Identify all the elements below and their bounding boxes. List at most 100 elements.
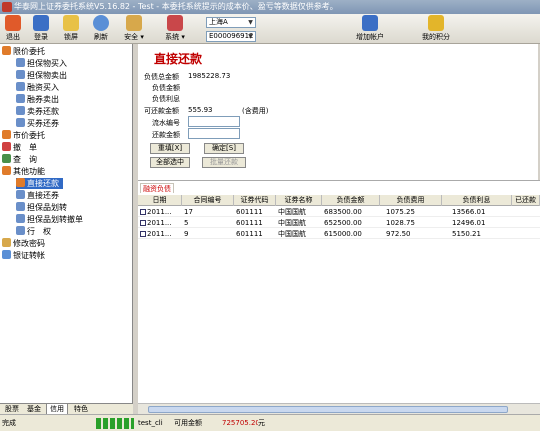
doc-icon (16, 178, 25, 187)
confirm-button[interactable]: 确定[S] (204, 143, 244, 154)
doc-icon (16, 226, 25, 235)
progress-indicator (96, 418, 134, 429)
sidebar-item-query[interactable]: 查 询 (2, 154, 37, 165)
col-debt-interest[interactable]: 负债利息 (442, 195, 512, 206)
doc-icon (16, 70, 25, 79)
amount-label: 还款金额 (152, 131, 180, 139)
currency-unit: 元 (258, 419, 265, 427)
sidebar-item-collateral-sell[interactable]: 担保物卖出 (16, 70, 67, 81)
repayable-note: (含费用) (242, 107, 269, 115)
sidebar-item-exercise[interactable]: 行 权 (16, 226, 51, 237)
page-title: 直接还款 (154, 52, 203, 66)
title-bar: 华泰网上证券委托系统V5.16.82 - Test - 本委托系统提示的成本价、… (0, 0, 540, 14)
login-button[interactable]: 登录 (30, 15, 52, 43)
col-date[interactable]: 日期 (138, 195, 182, 206)
transfer-icon (2, 250, 11, 259)
sidebar-item-direct-return[interactable]: 直接还券 (16, 190, 59, 201)
col-code[interactable]: 证券代码 (234, 195, 276, 206)
sidebar-tabs: 股票 基金 信用 特色 (0, 403, 133, 415)
market-select[interactable]: 上海A ▼ (206, 17, 256, 28)
table-row[interactable]: 2011... 9 601111 中国国航 615000.00 972.50 5… (138, 229, 540, 239)
sidebar-item-direct-repay[interactable]: 直接还款 (16, 178, 63, 189)
account-select[interactable]: E000096912 ▼ (206, 31, 256, 42)
doc-icon (16, 58, 25, 67)
add-account-button[interactable]: 增加帐户 (350, 15, 390, 43)
sidebar-item-bank-transfer[interactable]: 银证转帐 (2, 250, 45, 261)
my-points-button[interactable]: 我的积分 (416, 15, 456, 43)
col-contract[interactable]: 合同编号 (182, 195, 234, 206)
grid-header: 日期 合同编号 证券代码 证券名称 负债金额 负债费用 负债利息 已还款 (138, 195, 540, 206)
table-row[interactable]: 2011... 5 601111 中国国航 652500.00 1028.75 … (138, 218, 540, 228)
row-checkbox[interactable] (140, 231, 146, 237)
sidebar-item-short-sell[interactable]: 融券卖出 (16, 94, 59, 105)
security-button[interactable]: 安全 ▾ (118, 15, 150, 43)
chevron-down-icon: ▼ (248, 19, 253, 26)
folder-icon (2, 166, 11, 175)
repayable-value: 555.93 (188, 106, 213, 114)
status-text: 完成 (2, 419, 16, 427)
serial-input[interactable] (188, 116, 240, 127)
available-funds-value: 725705.20 (222, 419, 258, 427)
tools-icon (167, 15, 183, 31)
doc-icon (16, 94, 25, 103)
select-all-button[interactable]: 全部选中 (150, 157, 190, 168)
sidebar-item-collateral-transfer-cancel[interactable]: 担保品划转撤单 (16, 214, 83, 225)
sidebar-item-collateral-transfer[interactable]: 担保品划转 (16, 202, 67, 213)
sidebar-item-change-password[interactable]: 修改密码 (2, 238, 45, 249)
refill-button[interactable]: 重填[X] (150, 143, 190, 154)
doc-icon (16, 190, 25, 199)
power-icon (5, 15, 21, 31)
debt-interest-label: 负债利息 (152, 95, 180, 103)
amount-input[interactable] (188, 128, 240, 139)
col-repaid[interactable]: 已还款 (512, 195, 540, 206)
search-icon (2, 154, 11, 163)
doc-icon (16, 106, 25, 115)
doc-icon (16, 82, 25, 91)
sidebar-item-margin-buy[interactable]: 融资买入 (16, 82, 59, 93)
lock-icon (63, 15, 79, 31)
chevron-down-icon: ▼ (248, 33, 253, 40)
sidebar-item-cancel[interactable]: 撤 单 (2, 142, 37, 153)
table-row[interactable]: 2011... 17 601111 中国国航 683500.00 1075.25… (138, 207, 540, 217)
sidebar-item-collateral-buy[interactable]: 担保物买入 (16, 58, 67, 69)
sidebar-item-market-order[interactable]: 市价委托 (2, 130, 45, 141)
refresh-icon (93, 15, 109, 31)
tab-margin-debt[interactable]: 融资负债 (140, 183, 174, 193)
lock-screen-button[interactable]: 锁屏 (60, 15, 82, 43)
sidebar-item-other[interactable]: 其他功能 (2, 166, 45, 177)
window-title: 华泰网上证券委托系统V5.16.82 - Test - 本委托系统提示的成本价、… (14, 2, 338, 11)
total-debt-label: 负债总金额 (144, 73, 179, 81)
folder-icon (2, 130, 11, 139)
add-user-icon (362, 15, 378, 31)
refresh-button[interactable]: 刷新 (90, 15, 112, 43)
scrollbar-thumb[interactable] (148, 406, 508, 413)
status-user: test_cli (138, 419, 163, 427)
sidebar-item-sell-repay[interactable]: 卖券还款 (16, 106, 59, 117)
debt-grid: 融资负债 日期 合同编号 证券代码 证券名称 负债金额 负债费用 负债利息 已还… (138, 180, 540, 414)
doc-icon (16, 118, 25, 127)
debt-amount-label: 负债金额 (152, 84, 180, 92)
system-button[interactable]: 系统 ▾ (158, 15, 192, 43)
col-name[interactable]: 证券名称 (276, 195, 322, 206)
total-debt-value: 1985228.73 (188, 72, 231, 80)
app-icon (2, 2, 12, 12)
doc-icon (16, 214, 25, 223)
col-debt-amount[interactable]: 负债金额 (322, 195, 380, 206)
user-icon (33, 15, 49, 31)
star-icon (428, 15, 444, 31)
horizontal-scrollbar[interactable] (138, 403, 540, 414)
sidebar: 限价委托 担保物买入 担保物卖出 融资买入 融券卖出 卖券还款 买券还券 市价委… (0, 44, 133, 414)
exit-button[interactable]: 退出 (2, 15, 24, 43)
repayable-label: 可还款金额 (144, 107, 179, 115)
status-bar: 完成 test_cli 可用金额 725705.20 元 (0, 414, 540, 431)
sidebar-item-buy-return[interactable]: 买券还券 (16, 118, 59, 129)
col-debt-fee[interactable]: 负债费用 (380, 195, 442, 206)
cancel-icon (2, 142, 11, 151)
row-checkbox[interactable] (140, 220, 146, 226)
available-funds-label: 可用金额 (174, 419, 202, 427)
row-checkbox[interactable] (140, 209, 146, 215)
toolbar: 退出 登录 锁屏 刷新 安全 ▾ 系统 ▾ 上海A ▼ E000096912 ▼ 增… (0, 14, 540, 44)
sidebar-item-limit-order[interactable]: 限价委托 (2, 46, 45, 57)
doc-icon (16, 202, 25, 211)
serial-label: 流水编号 (152, 119, 180, 127)
